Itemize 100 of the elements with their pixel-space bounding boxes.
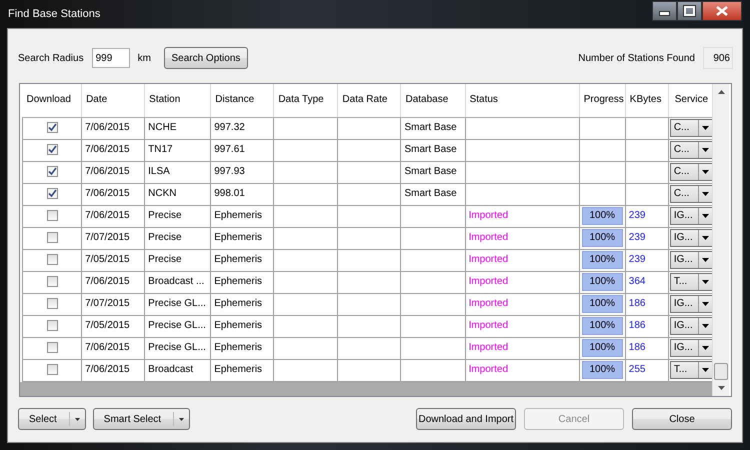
status-text: Imported bbox=[468, 298, 508, 309]
close-button[interactable] bbox=[702, 1, 742, 21]
search-options-button[interactable]: Search Options bbox=[164, 47, 248, 69]
checkbox[interactable] bbox=[46, 254, 58, 265]
column-header[interactable]: Data Rate bbox=[338, 84, 401, 117]
checkbox[interactable] bbox=[46, 144, 58, 155]
caret-icon bbox=[702, 148, 709, 152]
dropdown-box[interactable]: C... bbox=[670, 119, 712, 137]
table-cell: Ephemeris bbox=[214, 232, 262, 243]
status-text: Imported bbox=[468, 210, 508, 221]
caret-icon bbox=[702, 302, 709, 306]
dropdown-box[interactable]: IG... bbox=[670, 339, 712, 357]
table-cell: Smart Base bbox=[404, 144, 457, 155]
caret-icon bbox=[702, 126, 709, 130]
close-icon bbox=[716, 6, 728, 16]
table-cell: 7/06/2015 bbox=[85, 166, 130, 177]
field-label: Search Radius bbox=[18, 52, 84, 64]
caret-icon bbox=[702, 192, 709, 196]
caret-icon bbox=[74, 418, 80, 420]
status-text: Imported bbox=[468, 254, 508, 265]
progress-text: 100% bbox=[588, 319, 616, 333]
split-button[interactable]: Select bbox=[18, 408, 86, 430]
progress-text: 100% bbox=[588, 297, 616, 311]
maximize-button[interactable] bbox=[677, 1, 702, 21]
dropdown-box[interactable]: C... bbox=[670, 163, 712, 181]
checkbox[interactable] bbox=[46, 188, 58, 199]
dropdown-box[interactable]: T... bbox=[670, 361, 712, 379]
minimize-button[interactable] bbox=[652, 1, 677, 21]
dropdown-box[interactable]: T... bbox=[670, 273, 712, 291]
table-cell: NCKN bbox=[148, 188, 176, 199]
dropdown-box[interactable]: IG... bbox=[670, 229, 712, 247]
progress-text: 100% bbox=[588, 231, 616, 245]
table-cell: Precise bbox=[148, 232, 182, 243]
column-header[interactable]: Distance bbox=[210, 84, 274, 117]
column-header[interactable]: Data Type bbox=[274, 84, 338, 117]
column-header[interactable]: Station bbox=[144, 84, 211, 117]
dropdown-box[interactable]: C... bbox=[670, 141, 712, 159]
table-cell: 997.61 bbox=[214, 144, 245, 155]
column-header[interactable]: Database bbox=[400, 84, 466, 117]
dropdown-box[interactable]: IG... bbox=[670, 295, 712, 313]
table-cell: TN17 bbox=[148, 144, 173, 155]
table-cell: 7/06/2015 bbox=[85, 210, 130, 221]
table-cell: Smart Base bbox=[404, 188, 457, 199]
progress-text: 100% bbox=[588, 341, 616, 355]
scroll-down-icon[interactable] bbox=[718, 386, 724, 390]
dropdown-box[interactable]: C... bbox=[670, 185, 712, 203]
caret-icon bbox=[702, 258, 709, 262]
scroll-up-icon[interactable] bbox=[718, 90, 724, 94]
checkbox[interactable] bbox=[46, 122, 58, 133]
table-cell: Broadcast ... bbox=[148, 276, 204, 287]
split-button[interactable]: Smart Select bbox=[92, 408, 190, 430]
table-cell: Smart Base bbox=[404, 122, 457, 133]
caret-icon bbox=[179, 418, 184, 420]
kbytes-text: 186 bbox=[628, 342, 646, 353]
table-cell: 7/05/2015 bbox=[85, 254, 130, 265]
dropdown-box[interactable]: IG... bbox=[670, 251, 712, 269]
checkbox[interactable] bbox=[46, 342, 58, 353]
count-label: Number of Stations Found bbox=[578, 52, 695, 64]
window-title: Find Base Stations bbox=[8, 8, 100, 20]
table-cell: Ephemeris bbox=[214, 364, 262, 375]
table-cell: Ephemeris bbox=[214, 254, 262, 265]
dialog-button[interactable]: Close bbox=[632, 408, 732, 430]
dialog-button[interactable]: Download and Import bbox=[416, 408, 516, 430]
scroll-thumb[interactable] bbox=[714, 363, 728, 380]
table-cell: Precise bbox=[148, 254, 182, 265]
column-header[interactable]: Date bbox=[82, 84, 145, 117]
checkbox[interactable] bbox=[46, 298, 58, 309]
column-header[interactable]: Status bbox=[465, 84, 580, 117]
kbytes-text: 239 bbox=[628, 210, 646, 221]
table-cell: Ephemeris bbox=[214, 342, 262, 353]
vertical-scrollbar[interactable] bbox=[712, 84, 729, 396]
radius-field[interactable]: 999 bbox=[92, 48, 130, 68]
progress-text: 100% bbox=[588, 363, 616, 377]
column-header[interactable]: KBytes bbox=[625, 84, 668, 117]
column-header[interactable]: Progress bbox=[579, 84, 626, 117]
checkbox[interactable] bbox=[46, 210, 58, 221]
kbytes-text: 239 bbox=[628, 254, 646, 265]
caret-icon bbox=[702, 368, 709, 372]
checkbox[interactable] bbox=[46, 232, 58, 243]
table-cell: Precise GL... bbox=[148, 342, 206, 353]
column-header[interactable]: Service bbox=[668, 84, 712, 117]
progress-text: 100% bbox=[588, 253, 616, 267]
table-cell: 998.01 bbox=[214, 188, 245, 199]
caret-icon bbox=[702, 346, 709, 350]
table-cell: Ephemeris bbox=[214, 320, 262, 331]
checkbox[interactable] bbox=[46, 320, 58, 331]
table-cell: 997.32 bbox=[214, 122, 245, 133]
checkbox[interactable] bbox=[46, 364, 58, 375]
table-cell: 7/06/2015 bbox=[85, 342, 130, 353]
checkbox[interactable] bbox=[46, 276, 58, 287]
table-cell: 7/05/2015 bbox=[85, 320, 130, 331]
status-text: Imported bbox=[468, 320, 508, 331]
checkbox[interactable] bbox=[46, 166, 58, 177]
caret-icon bbox=[702, 236, 709, 240]
dropdown-box[interactable]: IG... bbox=[670, 317, 712, 335]
column-header[interactable]: Download bbox=[22, 84, 82, 117]
table-cell: Ephemeris bbox=[214, 210, 262, 221]
dropdown-box[interactable]: IG... bbox=[670, 207, 712, 225]
table-cell: Precise GL... bbox=[148, 298, 206, 309]
table-cell: Precise GL... bbox=[148, 320, 206, 331]
